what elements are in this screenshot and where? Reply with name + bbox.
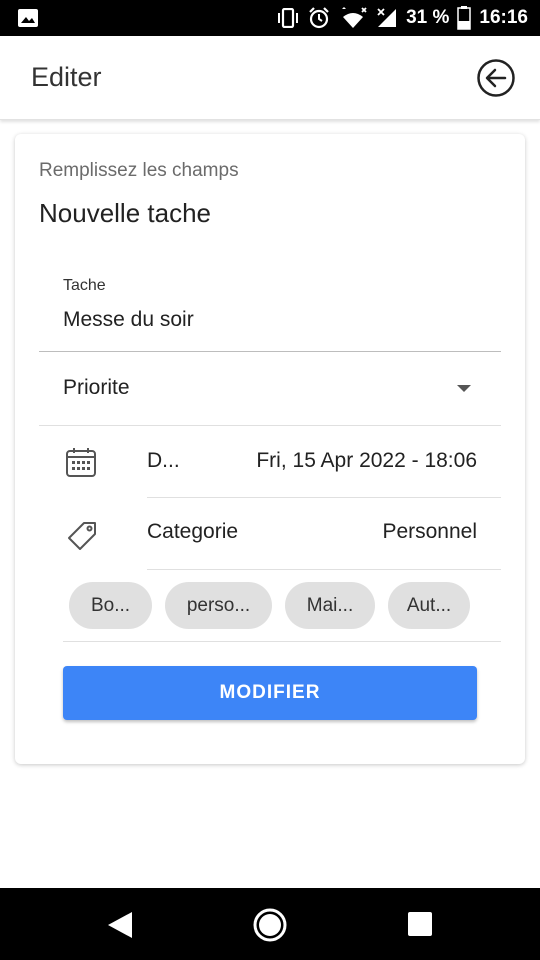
category-label: Categorie <box>147 520 239 543</box>
cell-signal-icon <box>377 8 397 27</box>
dropdown-arrow-icon <box>457 385 471 392</box>
category-value: Personnel <box>382 520 477 543</box>
battery-icon <box>457 6 472 30</box>
app-bar: Editer <box>0 36 540 120</box>
nav-home-icon[interactable] <box>253 908 287 942</box>
task-input[interactable]: Messe du soir <box>63 308 194 332</box>
calendar-icon <box>66 448 96 477</box>
battery-percent: 31 % <box>406 7 450 28</box>
category-chip[interactable]: Mai... <box>285 582 375 629</box>
category-chip[interactable]: Aut... <box>388 582 470 629</box>
category-row[interactable]: Categorie Personnel <box>39 498 501 569</box>
back-button-arrow-left-icon[interactable] <box>476 58 516 98</box>
tag-icon <box>68 522 96 550</box>
priority-select[interactable]: Priorite <box>39 352 501 425</box>
divider <box>63 641 501 642</box>
task-form-card: Remplissez les champs Nouvelle tache Tac… <box>15 134 525 764</box>
clock: 16:16 <box>479 7 528 28</box>
modifier-button[interactable]: MODIFIER <box>63 666 477 720</box>
page-title: Editer <box>31 62 102 92</box>
category-chip[interactable]: Bo... <box>69 582 152 629</box>
priority-select-label: Priorite <box>63 376 130 399</box>
nav-recent-apps-icon[interactable] <box>408 912 432 936</box>
category-chip[interactable]: perso... <box>165 582 272 629</box>
form-title: Nouvelle tache <box>39 198 211 228</box>
image-notification-icon <box>18 9 38 27</box>
status-bar: 31 % 16:16 <box>0 0 540 36</box>
nav-back-icon[interactable] <box>106 910 134 940</box>
task-field-label: Tache <box>63 277 106 294</box>
date-row[interactable]: D... Fri, 15 Apr 2022 - 18:06 <box>39 426 501 497</box>
divider <box>147 569 501 570</box>
date-value: Fri, 15 Apr 2022 - 18:06 <box>256 449 477 472</box>
date-label: D... <box>147 449 180 472</box>
wifi-icon <box>342 7 367 28</box>
vibrate-icon <box>278 8 299 28</box>
form-subtitle: Remplissez les champs <box>39 160 239 181</box>
navigation-bar <box>0 888 540 960</box>
alarm-icon <box>309 7 329 29</box>
